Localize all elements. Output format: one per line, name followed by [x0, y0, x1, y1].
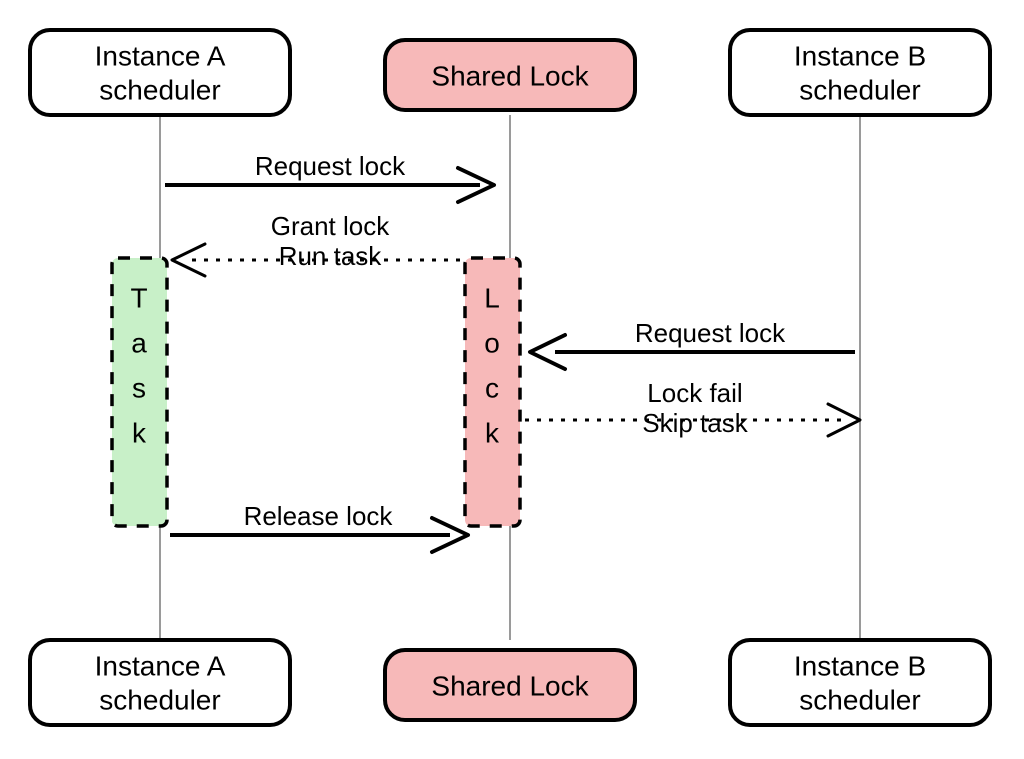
- instance-a-label-2: scheduler: [99, 74, 220, 105]
- activation-task-char-1: a: [131, 327, 147, 358]
- activation-lock-char-3: k: [485, 417, 500, 448]
- activation-lock-char-1: o: [484, 327, 500, 358]
- activation-task-char-0: T: [130, 282, 147, 313]
- instance-a-label-1-bottom: Instance A: [95, 650, 226, 681]
- msg-request-lock-b: Request lock: [530, 318, 855, 369]
- participant-instance-a-top: Instance A scheduler: [30, 30, 290, 115]
- activation-lock-char-0: L: [484, 282, 500, 313]
- activation-lock: L o c k: [465, 258, 520, 526]
- shared-lock-label-top: Shared Lock: [431, 60, 589, 91]
- msg-grant-lock-label-2: Run task: [279, 241, 383, 271]
- sequence-diagram: T a s k L o c k Request lock Grant lock …: [0, 0, 1024, 759]
- msg-lock-fail-label-1: Lock fail: [647, 378, 742, 408]
- instance-b-label-2-bottom: scheduler: [799, 684, 920, 715]
- participant-instance-a-bottom: Instance A scheduler: [30, 640, 290, 725]
- instance-b-label-2: scheduler: [799, 74, 920, 105]
- msg-grant-lock: Grant lock Run task: [172, 211, 460, 276]
- msg-request-lock-b-label: Request lock: [635, 318, 786, 348]
- participant-instance-b-top: Instance B scheduler: [730, 30, 990, 115]
- instance-b-label-1: Instance B: [794, 40, 926, 71]
- instance-a-label-1: Instance A: [95, 40, 226, 71]
- activation-task-char-3: k: [132, 417, 147, 448]
- participant-shared-lock-bottom: Shared Lock: [385, 650, 635, 720]
- msg-lock-fail-label-2: Skip task: [642, 408, 748, 438]
- msg-grant-lock-label-1: Grant lock: [271, 211, 390, 241]
- msg-lock-fail: Lock fail Skip task: [525, 378, 860, 438]
- activation-task-char-2: s: [132, 372, 146, 403]
- msg-request-lock-a: Request lock: [165, 151, 494, 202]
- msg-request-lock-a-label: Request lock: [255, 151, 406, 181]
- participant-shared-lock-top: Shared Lock: [385, 40, 635, 110]
- activation-lock-char-2: c: [485, 372, 499, 403]
- participant-instance-b-bottom: Instance B scheduler: [730, 640, 990, 725]
- instance-b-label-1-bottom: Instance B: [794, 650, 926, 681]
- instance-a-label-2-bottom: scheduler: [99, 684, 220, 715]
- shared-lock-label-bottom: Shared Lock: [431, 670, 589, 701]
- msg-release-lock-label: Release lock: [244, 501, 394, 531]
- activation-task: T a s k: [112, 258, 167, 526]
- msg-release-lock: Release lock: [170, 501, 468, 552]
